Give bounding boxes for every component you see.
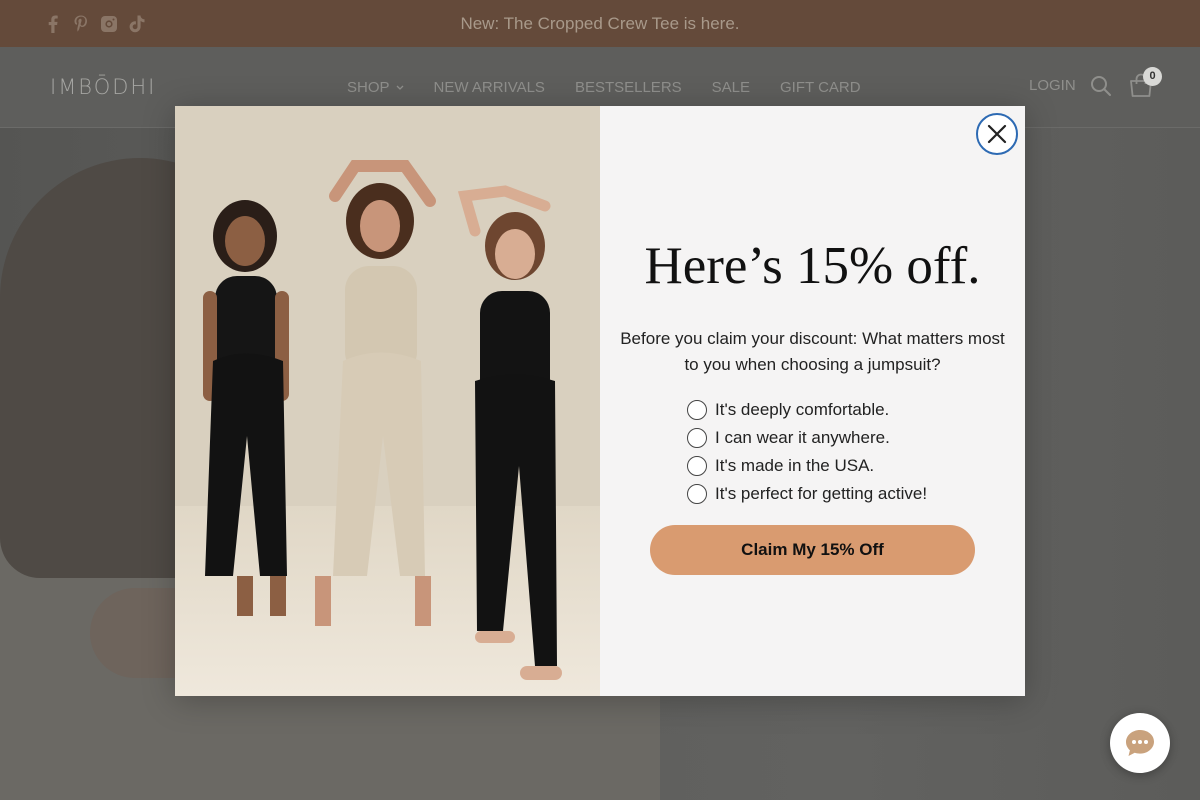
- popup-photo: [175, 106, 600, 696]
- cart-count-badge: 0: [1143, 67, 1162, 86]
- nav-item-shop[interactable]: SHOP: [347, 79, 404, 96]
- survey-options: It's deeply comfortable. I can wear it a…: [687, 396, 927, 508]
- radio-button[interactable]: [687, 428, 707, 448]
- option-comfortable[interactable]: It's deeply comfortable.: [687, 396, 927, 424]
- radio-button[interactable]: [687, 456, 707, 476]
- close-button[interactable]: [976, 113, 1018, 155]
- option-label: I can wear it anywhere.: [715, 428, 890, 447]
- option-label: It's deeply comfortable.: [715, 400, 890, 419]
- nav-item-sale[interactable]: SALE: [712, 79, 750, 96]
- login-link[interactable]: LOGIN: [1029, 77, 1076, 94]
- brand-logo[interactable]: IMBŌDHI: [50, 75, 156, 99]
- nav-item-label: SHOP: [347, 79, 390, 96]
- discount-popup: Here’s 15% off. Before you claim your di…: [175, 106, 1025, 696]
- option-made-in-usa[interactable]: It's made in the USA.: [687, 452, 927, 480]
- radio-button[interactable]: [687, 484, 707, 504]
- chevron-down-icon: [396, 85, 403, 90]
- radio-button[interactable]: [687, 400, 707, 420]
- option-label: It's made in the USA.: [715, 456, 875, 475]
- close-icon: [987, 124, 1007, 144]
- chat-bubble-icon: [1126, 730, 1154, 756]
- chat-button[interactable]: [1110, 713, 1170, 773]
- nav-item-new-arrivals[interactable]: NEW ARRIVALS: [434, 79, 545, 96]
- nav-item-gift-card[interactable]: GIFT CARD: [780, 79, 861, 96]
- nav-item-bestsellers[interactable]: BESTSELLERS: [575, 79, 682, 96]
- popup-question: Before you claim your discount: What mat…: [620, 329, 1005, 374]
- announcement-text[interactable]: New: The Cropped Crew Tee is here.: [0, 0, 1200, 47]
- search-icon[interactable]: [1089, 74, 1113, 98]
- popup-headline: Here’s 15% off.: [644, 237, 981, 295]
- announcement-bar: New: The Cropped Crew Tee is here.: [0, 0, 1200, 47]
- option-label: It's perfect for getting active!: [715, 484, 928, 503]
- option-active[interactable]: It's perfect for getting active!: [687, 480, 927, 508]
- claim-discount-button[interactable]: Claim My 15% Off: [650, 525, 975, 575]
- option-anywhere[interactable]: I can wear it anywhere.: [687, 424, 927, 452]
